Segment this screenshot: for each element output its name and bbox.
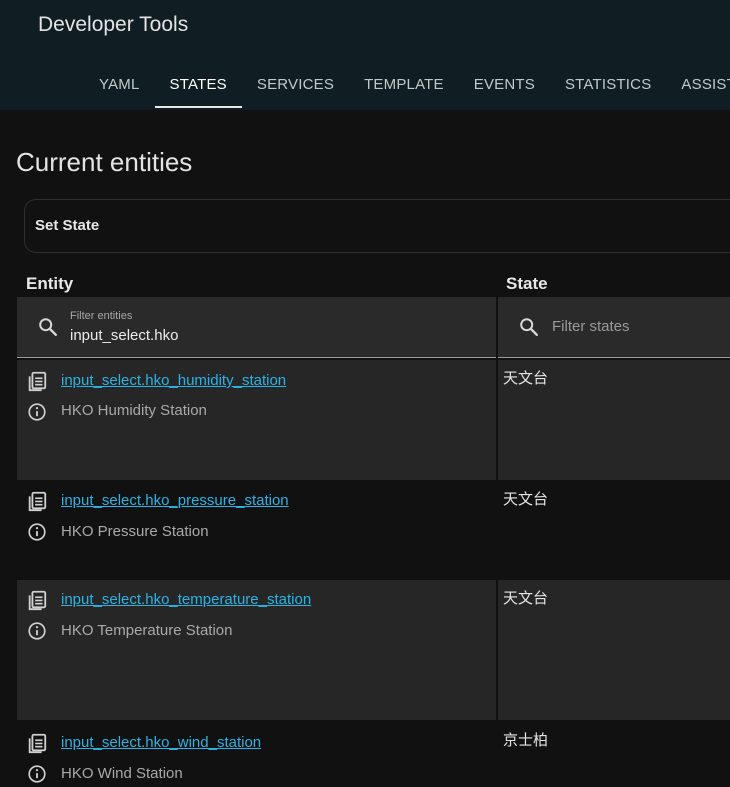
search-icon — [39, 318, 57, 336]
clipboard-list-icon[interactable] — [26, 589, 48, 611]
friendly-name: HKO Wind Station — [61, 765, 183, 782]
clipboard-list-icon[interactable] — [26, 490, 48, 512]
state-value: 天文台 — [503, 589, 549, 607]
entity-cell: input_select.hko_temperature_station HKO… — [17, 580, 496, 720]
entity-filter-input[interactable]: input_select.hko — [70, 327, 178, 344]
entity-cell: input_select.hko_humidity_station HKO Hu… — [17, 360, 496, 480]
tab-statistics[interactable]: STATISTICS — [550, 62, 666, 106]
tab-template[interactable]: TEMPLATE — [349, 62, 459, 106]
app-window: Developer Tools YAML STATES SERVICES TEM… — [0, 0, 730, 787]
entity-id-link[interactable]: input_select.hko_humidity_station — [61, 372, 286, 389]
entity-id-link[interactable]: input_select.hko_temperature_station — [61, 591, 311, 608]
state-value: 天文台 — [503, 369, 549, 387]
top-app-bar: Developer Tools YAML STATES SERVICES TEM… — [0, 0, 730, 110]
set-state-label: Set State — [35, 217, 100, 234]
tab-assist[interactable]: ASSIST — [666, 62, 730, 106]
info-icon[interactable] — [26, 763, 48, 785]
table-row: input_select.hko_wind_station HKO Wind S… — [17, 722, 730, 787]
clipboard-list-icon[interactable] — [26, 370, 48, 392]
table-row: input_select.hko_temperature_station HKO… — [17, 580, 730, 720]
tab-yaml[interactable]: YAML — [84, 62, 155, 106]
state-filter-input[interactable]: Filter states — [552, 318, 630, 335]
app-title: Developer Tools — [38, 13, 189, 36]
info-icon[interactable] — [26, 620, 48, 642]
entity-id-link[interactable]: input_select.hko_wind_station — [61, 734, 261, 751]
state-value: 京士柏 — [503, 731, 549, 749]
state-cell: 天文台 — [498, 360, 730, 480]
state-cell: 天文台 — [498, 480, 730, 580]
entity-cell: input_select.hko_pressure_station HKO Pr… — [17, 480, 496, 580]
info-icon[interactable] — [26, 521, 48, 543]
state-value: 天文台 — [503, 490, 549, 508]
entity-filter-field[interactable]: Filter entities input_select.hko — [17, 297, 496, 358]
set-state-panel[interactable]: Set State — [24, 199, 730, 253]
friendly-name: HKO Pressure Station — [61, 523, 209, 540]
tab-events[interactable]: EVENTS — [459, 62, 550, 106]
tab-states[interactable]: STATES — [154, 62, 243, 108]
entity-cell: input_select.hko_wind_station HKO Wind S… — [17, 722, 496, 787]
table-row: input_select.hko_humidity_station HKO Hu… — [17, 360, 730, 480]
tab-bar: YAML STATES SERVICES TEMPLATE EVENTS STA… — [84, 62, 730, 110]
friendly-name: HKO Temperature Station — [61, 622, 233, 639]
state-cell: 天文台 — [498, 580, 730, 720]
table-row: input_select.hko_pressure_station HKO Pr… — [17, 480, 730, 580]
clipboard-list-icon[interactable] — [26, 732, 48, 754]
info-icon[interactable] — [26, 401, 48, 423]
entity-column-header[interactable]: Entity — [26, 274, 73, 294]
entity-filter-label: Filter entities — [70, 310, 133, 322]
page-title: Current entities — [16, 147, 193, 177]
tab-services[interactable]: SERVICES — [242, 62, 349, 106]
search-icon — [520, 318, 538, 336]
state-cell: 京士柏 — [498, 722, 730, 787]
entity-id-link[interactable]: input_select.hko_pressure_station — [61, 492, 289, 509]
friendly-name: HKO Humidity Station — [61, 402, 207, 419]
state-column-header[interactable]: State — [506, 274, 548, 294]
state-filter-field[interactable]: Filter states — [498, 297, 730, 358]
